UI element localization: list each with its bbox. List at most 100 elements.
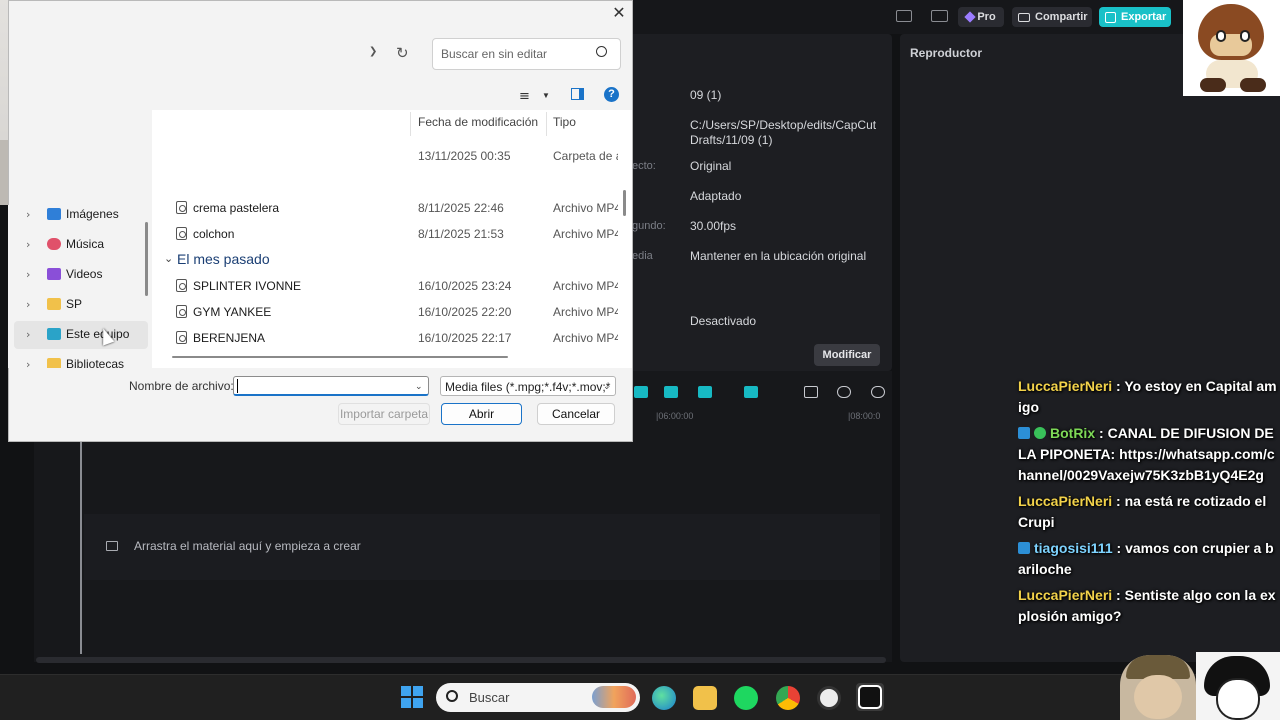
file-type-select[interactable]: Media files (*.mpg;*.f4v;*.mov;*: [440, 376, 616, 396]
text-caret: [237, 379, 238, 393]
obs-icon[interactable]: [817, 686, 841, 710]
shortcut-icon[interactable]: [931, 10, 948, 22]
file-type: Archivo MP4: [553, 227, 618, 241]
music-icon: [47, 238, 61, 250]
column-header-date[interactable]: Fecha de modificación: [418, 115, 538, 129]
ruler-tick: |08:00:0: [848, 411, 881, 421]
prop-path-value: C:/Users/SP/Desktop/edits/CapCut Drafts/…: [690, 118, 877, 147]
link-icon[interactable]: [634, 386, 648, 398]
folder-icon: [47, 358, 61, 368]
chrome-icon[interactable]: [776, 686, 800, 710]
nav-item-sp[interactable]: › SP: [14, 291, 148, 319]
modify-button[interactable]: Modificar: [814, 344, 880, 366]
edge-icon[interactable]: [652, 686, 676, 710]
file-row[interactable]: GYM YANKEE 16/10/2025 22:20 Archivo MP4: [160, 299, 620, 325]
chevron-right-icon[interactable]: ›: [26, 208, 30, 221]
search-input[interactable]: Buscar en sin editar: [432, 38, 621, 70]
nav-item-this-pc[interactable]: › Este equipo: [14, 321, 148, 349]
magnet-icon[interactable]: [664, 386, 678, 398]
film-icon: [106, 541, 118, 551]
file-date: 8/11/2025 22:46: [418, 201, 504, 215]
chevron-right-icon[interactable]: ›: [26, 268, 30, 281]
video-file-icon: [176, 201, 187, 214]
prop-ratio-value: Original: [690, 159, 732, 173]
file-date: 13/11/2025 00:35: [418, 149, 511, 163]
group-header[interactable]: El mes pasado: [177, 251, 270, 267]
close-icon[interactable]: ✕: [611, 5, 627, 21]
file-list-hscrollbar[interactable]: [172, 356, 508, 358]
prop-fps-label: gundo:: [632, 220, 666, 232]
export-button[interactable]: Exportar: [1099, 7, 1171, 27]
file-date: 8/11/2025 21:53: [418, 227, 504, 241]
timeline-track-line: [80, 440, 82, 654]
import-folder-button[interactable]: Importar carpeta: [338, 403, 430, 425]
refresh-icon[interactable]: ↻: [396, 44, 409, 62]
timeline-scrollbar[interactable]: [36, 657, 886, 663]
prop-fit-value: Adaptado: [690, 189, 742, 203]
preview-pane-icon[interactable]: [571, 88, 584, 100]
nav-item-videos[interactable]: › Videos: [14, 261, 148, 289]
windows-start-icon[interactable]: [401, 686, 423, 708]
chat-username: LuccaPierNeri: [1018, 378, 1113, 394]
file-list-scrollbar[interactable]: [623, 190, 626, 216]
streamer-avatar: [1120, 655, 1196, 720]
spotify-icon[interactable]: [734, 686, 758, 710]
nav-label: Este equipo: [66, 327, 130, 341]
chevron-down-icon[interactable]: ❯: [369, 46, 377, 57]
split-icon[interactable]: [744, 386, 758, 398]
chevron-right-icon[interactable]: ›: [26, 238, 30, 251]
export-icon: [1105, 11, 1116, 23]
file-row[interactable]: SPLINTER IVONNE 16/10/2025 23:24 Archivo…: [160, 273, 620, 299]
layout-icon[interactable]: [896, 10, 912, 22]
zoom-in-icon[interactable]: [871, 386, 885, 398]
chat-message: BotRix : CANAL DE DIFUSION DE LA PIPONET…: [1018, 425, 1275, 483]
filename-input[interactable]: [233, 376, 429, 396]
snap-icon[interactable]: [698, 386, 712, 398]
chat-message: tiagosisi111 : vamos con crupier a baril…: [1018, 540, 1274, 577]
prop-ratio-label: ecto:: [632, 160, 656, 172]
help-icon[interactable]: ?: [604, 87, 619, 102]
file-row[interactable]: colchon 8/11/2025 21:53 Archivo MP4: [160, 221, 620, 247]
pro-button[interactable]: Pro: [958, 7, 1004, 27]
file-date: 16/10/2025 23:24: [418, 279, 512, 293]
file-type: Carpeta de archivos: [553, 149, 618, 163]
nav-scrollbar[interactable]: [145, 222, 148, 296]
taskbar-search-placeholder: Buscar: [469, 690, 510, 705]
file-date: 16/10/2025 22:20: [418, 305, 512, 319]
chevron-down-icon[interactable]: ⌄: [415, 381, 423, 392]
file-type: Archivo MP4: [553, 201, 618, 215]
pro-label: Pro: [977, 11, 996, 23]
preview-icon[interactable]: [804, 386, 818, 398]
nav-item-images[interactable]: › Imágenes: [14, 201, 148, 229]
file-row[interactable]: BERENJENA 16/10/2025 22:17 Archivo MP4: [160, 325, 620, 351]
column-header-type[interactable]: Tipo: [553, 115, 576, 129]
share-button[interactable]: Compartir: [1012, 7, 1092, 27]
gem-icon: [964, 11, 976, 23]
chevron-down-icon[interactable]: ⌄: [603, 381, 611, 392]
nav-label: Imágenes: [66, 207, 119, 221]
file-name: colchon: [193, 227, 235, 241]
file-name: GYM YANKEE: [193, 305, 272, 319]
nav-item-libraries[interactable]: › Bibliotecas: [14, 351, 148, 368]
player-title: Reproductor: [910, 46, 982, 60]
file-explorer-icon[interactable]: [693, 686, 717, 710]
open-button[interactable]: Abrir: [441, 403, 522, 425]
nav-item-music[interactable]: › Música: [14, 231, 148, 259]
nav-label: Música: [66, 237, 105, 251]
cancel-button[interactable]: Cancelar: [537, 403, 615, 425]
chevron-right-icon[interactable]: ›: [26, 358, 30, 368]
chevron-right-icon[interactable]: ›: [26, 298, 30, 311]
zoom-out-icon[interactable]: [837, 386, 851, 398]
file-row[interactable]: crema pastelera 8/11/2025 22:46 Archivo …: [160, 195, 620, 221]
chevron-right-icon[interactable]: ›: [26, 328, 30, 341]
drop-zone-text: Arrastra el material aquí y empieza a cr…: [134, 539, 361, 553]
chevron-down-icon[interactable]: ▼: [542, 91, 550, 100]
nav-label: Bibliotecas: [66, 357, 125, 368]
chevron-down-icon[interactable]: ⌄: [164, 252, 173, 265]
folder-icon: [47, 298, 61, 310]
capcut-icon[interactable]: [858, 685, 882, 709]
video-file-icon: [176, 305, 187, 318]
view-options-icon[interactable]: ≡: [519, 89, 530, 104]
file-row-folder[interactable]: 13/11/2025 00:35 Carpeta de archivos: [160, 143, 620, 169]
search-icon: [596, 46, 607, 57]
